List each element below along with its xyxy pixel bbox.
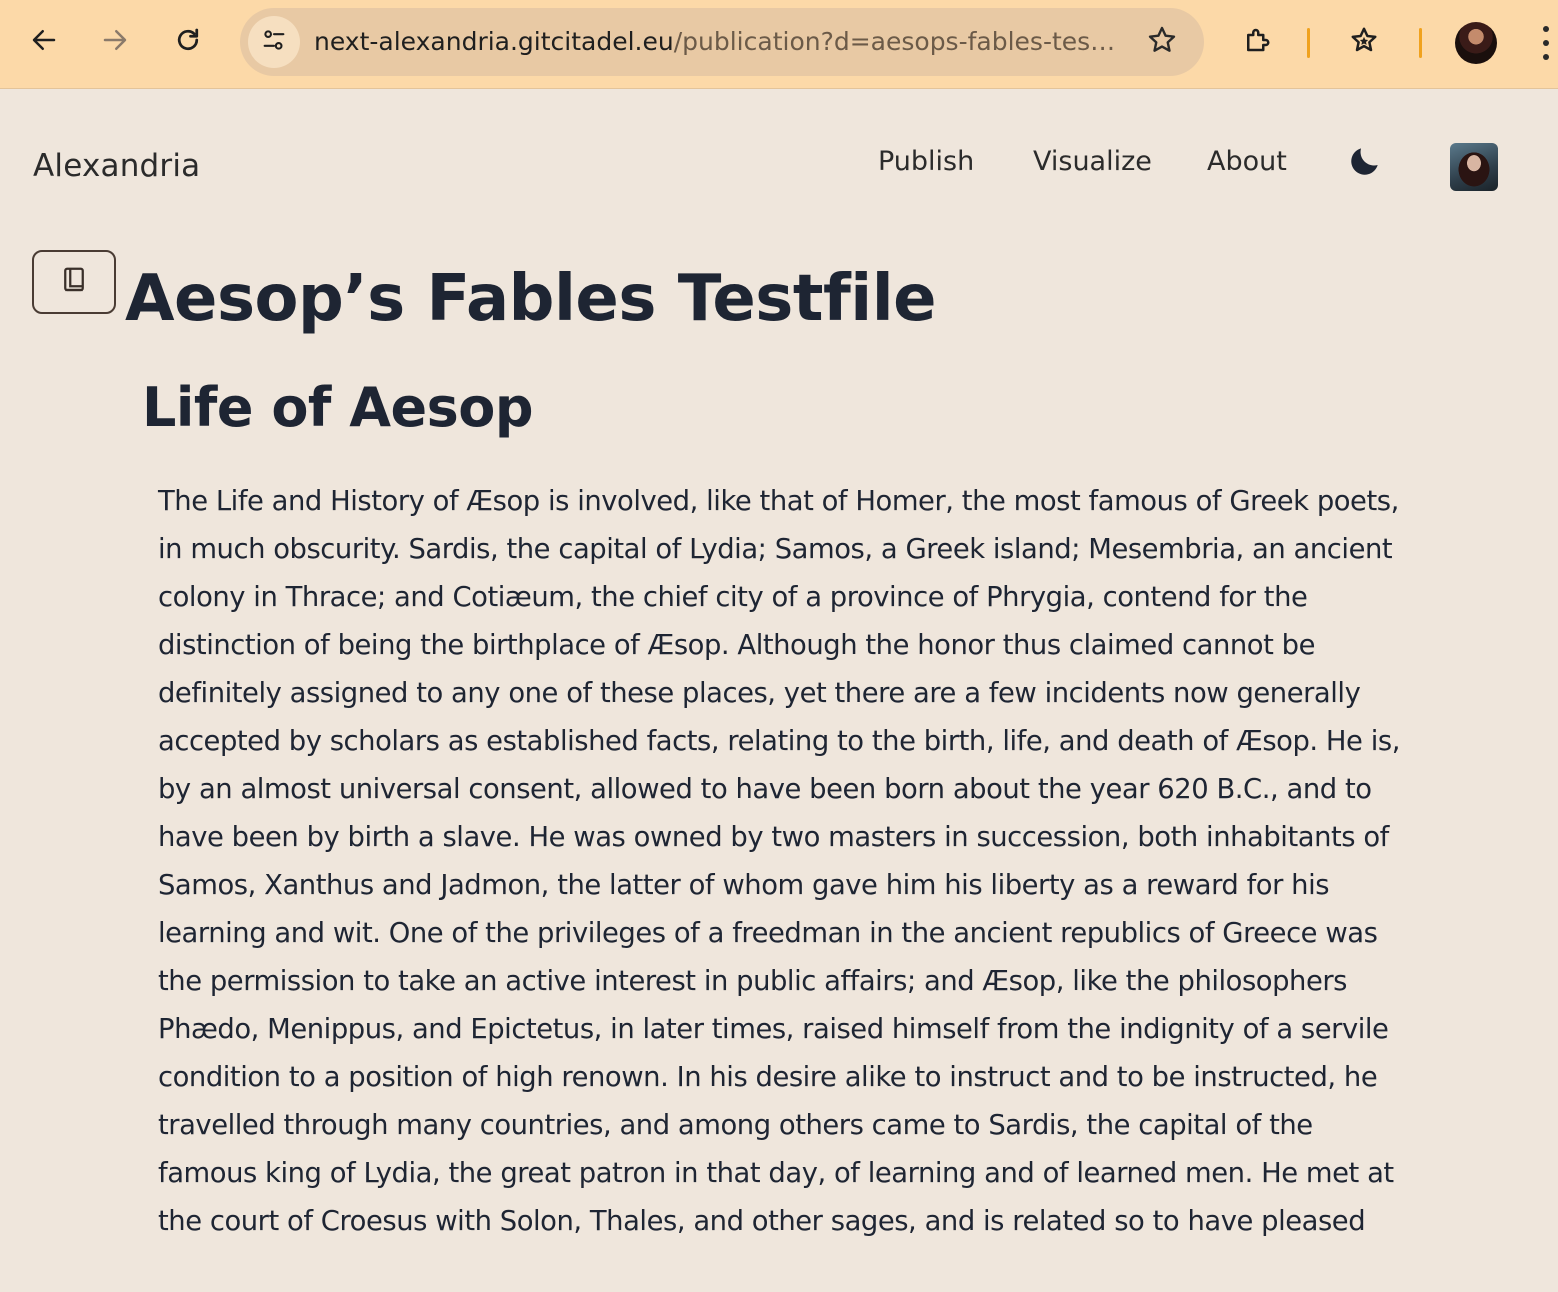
toolbar-separator: [1307, 28, 1310, 58]
reload-icon: [173, 25, 203, 59]
url-text[interactable]: next-alexandria.gitcitadel.eu/publicatio…: [314, 8, 1124, 76]
browser-profile-avatar[interactable]: [1455, 22, 1497, 64]
extensions-button[interactable]: [1231, 16, 1283, 68]
site-info-button[interactable]: [248, 16, 300, 68]
url-host: next-alexandria.gitcitadel.eu: [314, 27, 674, 56]
section-body: The Life and History of Æsop is involved…: [158, 486, 1400, 1237]
back-button[interactable]: [18, 16, 70, 68]
kebab-menu-icon[interactable]: [1534, 22, 1558, 64]
url-path: /publication?d=aesops-fables-tes…: [673, 27, 1116, 56]
nav-visualize[interactable]: Visualize: [1033, 146, 1152, 177]
table-of-contents-button[interactable]: [32, 250, 116, 314]
reload-button[interactable]: [162, 16, 214, 68]
star-list-icon: [1349, 25, 1379, 59]
site-brand[interactable]: Alexandria: [33, 148, 200, 184]
arrow-right-icon: [100, 25, 130, 59]
publication-title: Aesop’s Fables Testfile: [125, 262, 937, 336]
tune-icon: [260, 26, 288, 58]
browser-toolbar: next-alexandria.gitcitadel.eu/publicatio…: [0, 0, 1558, 89]
bookmark-star-button[interactable]: [1144, 24, 1180, 60]
address-bar[interactable]: next-alexandria.gitcitadel.eu/publicatio…: [240, 8, 1204, 76]
book-icon: [59, 265, 89, 299]
moon-icon: [1346, 142, 1384, 184]
user-avatar[interactable]: [1450, 143, 1498, 191]
section-heading: Life of Aesop: [142, 376, 534, 439]
theme-toggle-button[interactable]: [1344, 142, 1386, 184]
puzzle-icon: [1242, 25, 1272, 59]
arrow-left-icon: [29, 25, 59, 59]
nav-publish[interactable]: Publish: [878, 146, 974, 177]
nav-about[interactable]: About: [1207, 146, 1287, 177]
bookmarks-button[interactable]: [1338, 16, 1390, 68]
forward-button[interactable]: [89, 16, 141, 68]
star-icon: [1146, 24, 1178, 60]
toolbar-separator: [1419, 28, 1422, 58]
